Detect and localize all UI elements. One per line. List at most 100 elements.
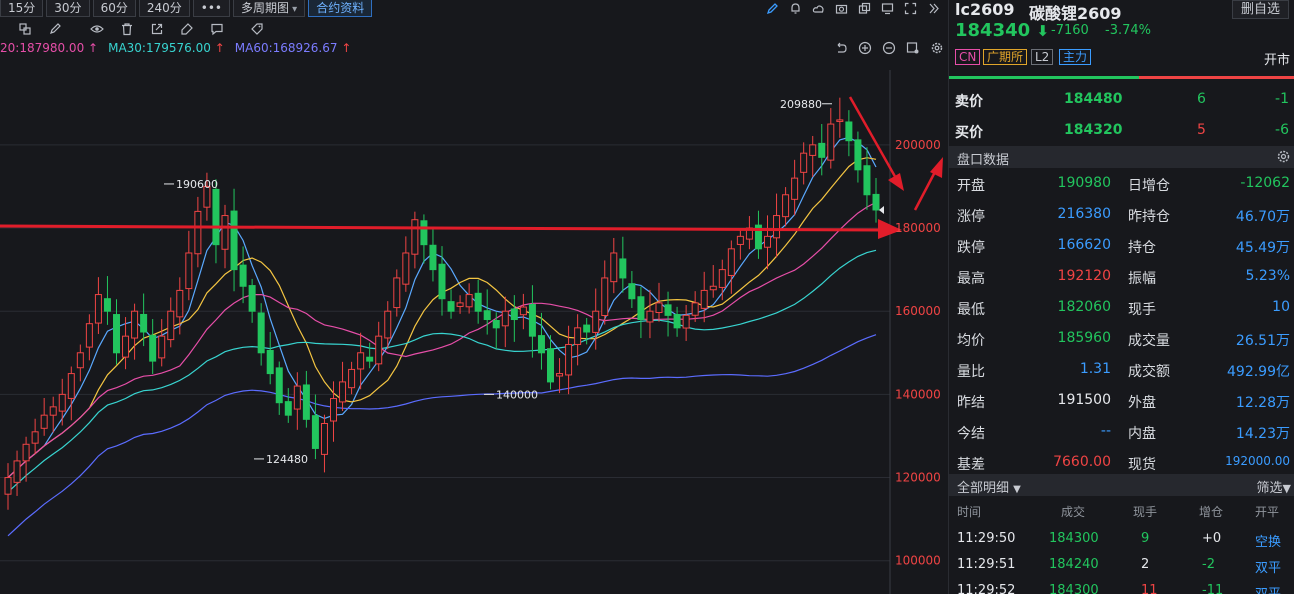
market-data-header: 盘口数据 xyxy=(949,146,1294,168)
candle-body xyxy=(492,320,500,329)
stat-label: 最低 xyxy=(957,302,985,318)
ask-price[interactable]: 184480 xyxy=(1064,91,1122,107)
stat-label: 最高 xyxy=(957,271,985,287)
candle-body xyxy=(284,401,292,416)
comment-icon[interactable] xyxy=(210,22,224,36)
quote-panel: lc2609 碳酸锂2609 删自选 184340 ⬇ -7160 -3.74%… xyxy=(948,0,1294,594)
candle-body xyxy=(628,283,636,300)
ma60-arrow-icon: ↑ xyxy=(337,41,352,55)
zoom-out-icon[interactable] xyxy=(882,41,896,55)
candle-body xyxy=(257,312,265,354)
candle-body xyxy=(592,310,600,333)
stat-label: 基差 xyxy=(957,457,985,473)
candle-body xyxy=(827,123,835,161)
candle-body xyxy=(465,294,473,308)
annotation-label: 140000 xyxy=(496,388,538,401)
stat-row: 内盘 14.23万 xyxy=(1128,416,1290,447)
col-open-close: 开平 xyxy=(1255,505,1280,519)
bid-price[interactable]: 184320 xyxy=(1064,122,1122,138)
ma20-arrow-icon: ↑ xyxy=(84,41,99,55)
stat-row: 均价 185960 xyxy=(957,323,1111,354)
fullscreen-icon[interactable] xyxy=(904,2,917,15)
candle-body xyxy=(40,414,48,429)
candle-body xyxy=(447,301,455,312)
layout-icon[interactable] xyxy=(18,22,32,36)
period-30m-button[interactable]: 30分 xyxy=(46,0,90,17)
camera-icon[interactable] xyxy=(835,2,848,15)
quote-header: lc2609 碳酸锂2609 删自选 184340 ⬇ -7160 -3.74% xyxy=(949,0,1294,44)
period-15m-button[interactable]: 15分 xyxy=(0,0,44,17)
candle-body xyxy=(863,165,871,196)
monitor-icon[interactable] xyxy=(881,2,894,15)
tick-open-close: 空换 xyxy=(1255,535,1282,550)
copy-window-icon[interactable] xyxy=(858,2,871,15)
candle-body xyxy=(76,352,84,369)
tick-volume: 9 xyxy=(1141,531,1150,546)
y-tick-label: 100000 xyxy=(895,554,941,568)
candle-body xyxy=(357,352,365,370)
contract-info-button[interactable]: 合约资料 xyxy=(308,0,373,17)
settings-gear-icon[interactable] xyxy=(930,41,944,55)
candle-body xyxy=(402,252,410,285)
stat-label: 均价 xyxy=(957,333,985,349)
stat-value: 46.70万 xyxy=(1235,209,1290,225)
tick-open-close: 双平 xyxy=(1255,561,1282,576)
candle-body xyxy=(311,415,319,449)
y-tick-label: 160000 xyxy=(895,304,941,318)
edit-icon[interactable] xyxy=(48,22,62,36)
stat-label: 昨持仓 xyxy=(1128,209,1170,225)
external-link-icon[interactable] xyxy=(150,22,164,36)
candle-body xyxy=(375,335,383,365)
window-settings-icon[interactable] xyxy=(906,41,920,55)
collapse-panel-icon[interactable] xyxy=(927,2,940,15)
candlestick-chart[interactable]: 209880 190600 140000 124480 100000 120000 140… xyxy=(0,70,948,594)
stat-label: 量比 xyxy=(957,364,985,380)
zoom-in-icon[interactable] xyxy=(858,41,872,55)
candle-body xyxy=(673,314,681,329)
tick-detail-title[interactable]: 全部明细 ▼ xyxy=(957,477,1021,496)
chevron-down-icon: ▼ xyxy=(1013,484,1021,495)
period-240m-button[interactable]: 240分 xyxy=(138,0,190,17)
draw-pen-icon[interactable] xyxy=(766,2,779,15)
y-tick-label: 120000 xyxy=(895,471,941,485)
tick-oi-change: +0 xyxy=(1202,531,1222,546)
candle-body xyxy=(348,368,356,389)
candle-body xyxy=(854,139,862,171)
tag-icon[interactable] xyxy=(250,22,264,36)
stat-row: 涨停 216380 xyxy=(957,199,1111,230)
note-edit-icon[interactable] xyxy=(180,22,194,36)
eye-icon[interactable] xyxy=(90,22,104,36)
more-periods-button[interactable]: ••• xyxy=(192,0,230,17)
col-volume: 现手 xyxy=(1133,505,1158,519)
multi-period-dropdown[interactable]: 多周期图 xyxy=(232,0,306,17)
settings-gear-icon[interactable] xyxy=(1276,149,1291,164)
tick-open-close: 双平 xyxy=(1255,583,1281,594)
stat-row: 昨持仓 46.70万 xyxy=(1128,199,1290,230)
candle-body xyxy=(519,306,527,316)
candle-body xyxy=(718,269,726,288)
filter-label: 筛选 xyxy=(1256,481,1283,496)
undo-icon[interactable] xyxy=(834,41,848,55)
bell-icon[interactable] xyxy=(789,2,802,15)
ma20-value: 20:187980.00 xyxy=(0,41,85,55)
period-60m-button[interactable]: 60分 xyxy=(92,0,136,17)
up-trend-arrowhead xyxy=(930,157,943,178)
tag-l2: L2 xyxy=(1031,49,1054,65)
candle-body xyxy=(483,310,491,321)
candle-body xyxy=(320,422,328,455)
trash-icon[interactable] xyxy=(120,22,134,36)
tick-row: 11:29:52 184300 11 -11 双平 xyxy=(949,578,1294,594)
candle-body xyxy=(736,235,744,245)
tick-price: 184300 xyxy=(1049,583,1099,594)
candle-body xyxy=(646,310,654,323)
tick-volume: 2 xyxy=(1141,557,1150,572)
stat-value: 192000.00 xyxy=(1225,454,1290,468)
cloud-icon[interactable] xyxy=(812,2,825,15)
filter-button[interactable]: 筛选▼ xyxy=(1257,477,1291,496)
candle-body xyxy=(239,264,247,287)
stat-label: 昨结 xyxy=(957,395,985,411)
bid-ask-ratio-bar xyxy=(949,76,1294,79)
stat-row: 开盘 190980 xyxy=(957,168,1111,199)
candle-body xyxy=(782,194,790,218)
remove-watchlist-button[interactable]: 删自选 xyxy=(1231,0,1289,19)
